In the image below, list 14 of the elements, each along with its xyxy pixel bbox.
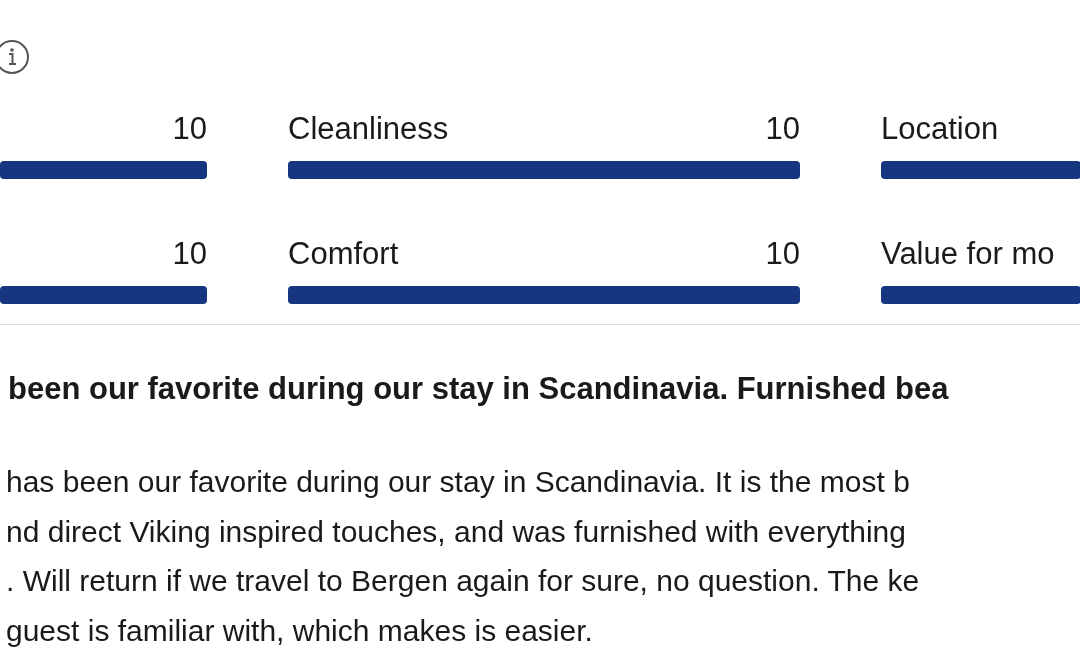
rating-score: 10 xyxy=(765,237,800,271)
rating-label: Comfort xyxy=(288,237,399,271)
rating-label: Location xyxy=(881,112,999,146)
review-title: been our favorite during our stay in Scandinavia. Furnished bea xyxy=(7,370,950,408)
review-text-line: nd direct Viking inspired touches, and was furnished with everything xyxy=(6,513,907,550)
review-text-line: guest is familiar with, which makes is easier. xyxy=(6,612,594,649)
review-text-line: . Will return if we travel to Bergen again for sure, no question. The ke xyxy=(6,563,921,599)
rating-label: Cleanliness xyxy=(288,112,449,146)
rating-score: 10 xyxy=(172,112,207,146)
rating-score: 10 xyxy=(765,112,800,146)
rating-label: Value for mo xyxy=(881,237,1055,271)
info-icon[interactable] xyxy=(0,38,29,76)
review-text-line: has been our favorite during our stay in Scandinavia. It is the most b xyxy=(6,464,911,500)
rating-score: 10 xyxy=(172,237,207,271)
